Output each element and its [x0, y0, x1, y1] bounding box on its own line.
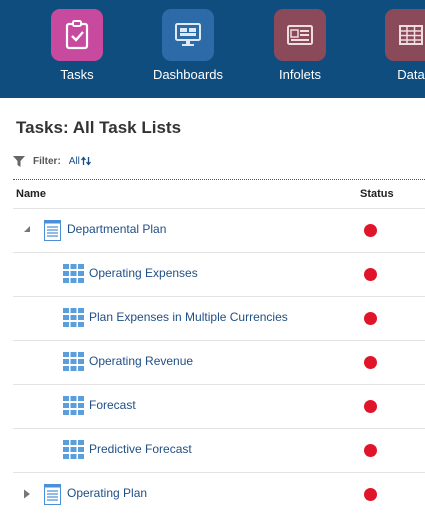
task-grid-icon [63, 396, 84, 415]
task-grid-icon [63, 352, 84, 371]
nav-tasks[interactable]: Tasks [22, 9, 132, 82]
nav-dashboards[interactable]: Dashboards [133, 9, 243, 82]
table-row[interactable]: Plan Expenses in Multiple Currencies [13, 296, 425, 340]
task-link[interactable]: Plan Expenses in Multiple Currencies [89, 310, 288, 324]
expand-triangle-icon[interactable] [23, 489, 31, 499]
infolet-card-icon [274, 9, 326, 61]
task-grid-icon [63, 308, 84, 327]
task-clipboard-icon [51, 9, 103, 61]
filter-bar: Filter: All [13, 154, 91, 168]
task-link[interactable]: Operating Expenses [89, 266, 198, 280]
table-row[interactable]: Predictive Forecast [13, 428, 425, 472]
table-row[interactable]: Operating Plan [13, 472, 425, 516]
nav-dashboards-label: Dashboards [152, 67, 224, 82]
page-title: Tasks: All Task Lists [16, 118, 182, 137]
task-list-table: Departmental Plan Operating Expenses Pla… [13, 208, 425, 516]
task-link[interactable]: Forecast [89, 398, 136, 412]
filter-label: Filter: [33, 155, 61, 167]
data-grid-icon [385, 9, 425, 61]
filter-value-link[interactable]: All [69, 156, 91, 167]
column-header-status[interactable]: Status [360, 188, 394, 200]
navigator-bar: Tasks Dashboards Infolets Data [0, 0, 425, 98]
nav-data[interactable]: Data [356, 9, 425, 82]
filter-funnel-icon[interactable] [13, 155, 25, 167]
task-list-link[interactable]: Departmental Plan [67, 222, 166, 236]
nav-infolets[interactable]: Infolets [245, 9, 355, 82]
table-row[interactable]: Operating Revenue [13, 340, 425, 384]
filter-value-text: All [68, 155, 80, 167]
task-grid-icon [63, 264, 84, 283]
status-indicator-icon [364, 444, 377, 457]
table-row[interactable]: Operating Expenses [13, 252, 425, 296]
task-list-document-icon [44, 484, 61, 505]
swap-arrows-icon [80, 156, 91, 166]
status-indicator-icon [364, 268, 377, 281]
nav-infolets-label: Infolets [279, 67, 321, 82]
task-list-link[interactable]: Operating Plan [67, 486, 147, 500]
status-indicator-icon [364, 488, 377, 501]
status-indicator-icon [364, 356, 377, 369]
collapse-triangle-icon[interactable] [23, 225, 31, 233]
status-indicator-icon [364, 400, 377, 413]
nav-tasks-label: Tasks [60, 67, 94, 82]
task-list-document-icon [44, 220, 61, 241]
dashboard-monitor-icon [162, 9, 214, 61]
table-row[interactable]: Departmental Plan [13, 208, 425, 252]
task-grid-icon [63, 440, 84, 459]
status-indicator-icon [364, 224, 377, 237]
column-header-name[interactable]: Name [16, 188, 46, 200]
filter-divider [13, 179, 425, 180]
table-row[interactable]: Forecast [13, 384, 425, 428]
task-link[interactable]: Predictive Forecast [89, 442, 192, 456]
status-indicator-icon [364, 312, 377, 325]
nav-data-label: Data [397, 67, 425, 82]
task-link[interactable]: Operating Revenue [89, 354, 193, 368]
